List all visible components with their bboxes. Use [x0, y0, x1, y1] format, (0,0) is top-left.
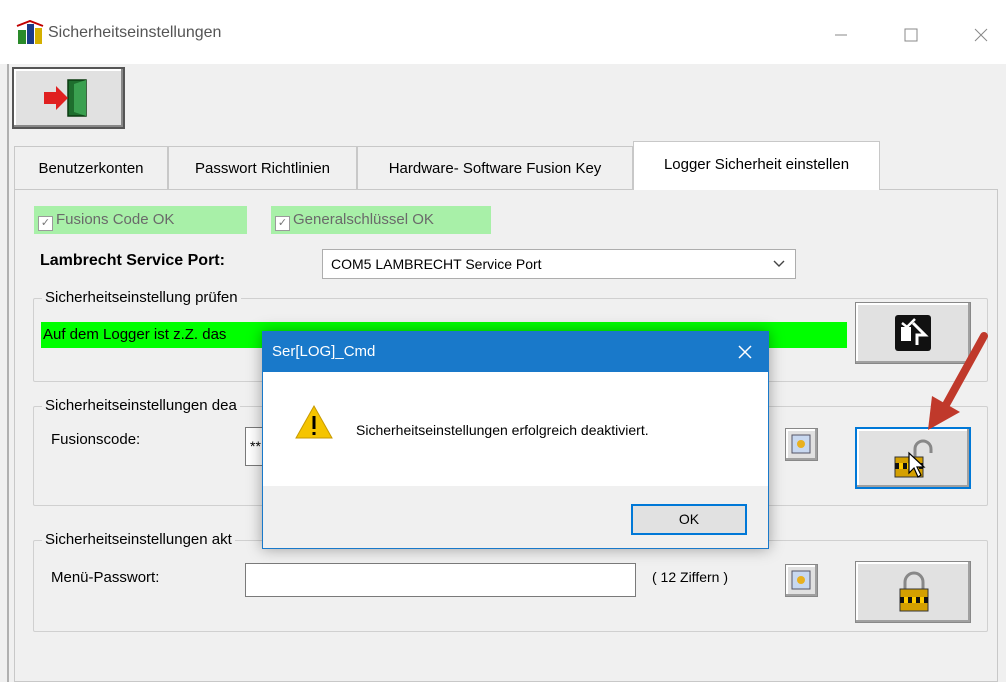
window-title: Sicherheitseinstellungen [48, 24, 222, 41]
info-icon [791, 570, 811, 590]
window-edge [7, 64, 9, 682]
password-hint: ( 12 Ziffern ) [652, 569, 728, 585]
dialog-message: Sicherheitseinstellungen erfolgreich dea… [356, 422, 649, 438]
show-code-button[interactable] [785, 428, 818, 461]
fusion-code-field-label: Fusionscode: [51, 431, 141, 448]
port-select[interactable]: COM5 LAMBRECHT Service Port [322, 249, 796, 279]
exit-button[interactable] [12, 67, 125, 129]
mouse-cursor-icon [908, 451, 926, 478]
tab-fusion-key[interactable]: Hardware- Software Fusion Key [357, 146, 633, 189]
general-key-label: Generalschlüssel OK [293, 211, 434, 228]
tab-logger-sicherheit[interactable]: Logger Sicherheit einstellen [633, 141, 880, 190]
activate-group-title: Sicherheitseinstellungen akt [42, 531, 235, 548]
check-group-title: Sicherheitseinstellung prüfen [42, 289, 241, 306]
message-dialog: Ser[LOG]_Cmd Sicherheitseinstellungen er… [262, 331, 769, 549]
generate-password-button[interactable] [785, 564, 818, 597]
ok-button[interactable]: OK [631, 504, 747, 535]
dialog-title: Ser[LOG]_Cmd [272, 343, 376, 360]
warning-icon [295, 404, 333, 439]
menu-password-label: Menü-Passwort: [51, 569, 160, 586]
general-key-status: ✓ Generalschlüssel OK [271, 206, 491, 234]
fusion-code-status: ✓ Fusions Code OK [34, 206, 247, 234]
port-label: Lambrecht Service Port: [40, 252, 225, 269]
info-icon [791, 434, 811, 454]
fusion-code-label: Fusions Code OK [56, 211, 175, 228]
maximize-icon[interactable] [888, 18, 934, 50]
lock-icon [899, 571, 929, 612]
deactivate-group-title: Sicherheitseinstellungen dea [42, 397, 240, 414]
dialog-close-icon[interactable] [738, 332, 752, 388]
check-icon: ✓ [38, 216, 53, 231]
activate-security-button[interactable] [855, 561, 971, 623]
port-select-value: COM5 LAMBRECHT Service Port [331, 256, 542, 272]
exit-door-icon [44, 79, 87, 117]
minimize-icon[interactable] [818, 18, 864, 50]
check-icon: ✓ [275, 216, 290, 231]
close-icon[interactable] [958, 18, 1004, 50]
arrow-annotation [928, 332, 988, 430]
tab-benutzerkonten[interactable]: Benutzerkonten [14, 146, 168, 189]
chevron-down-icon [773, 250, 785, 287]
app-icon [16, 19, 44, 46]
dialog-title-bar: Ser[LOG]_Cmd [263, 332, 768, 372]
tab-passwort-richtlinien[interactable]: Passwort Richtlinien [168, 146, 357, 189]
tab-strip: Benutzerkonten Passwort Richtlinien Hard… [14, 141, 998, 190]
menu-password-input[interactable] [245, 563, 636, 597]
